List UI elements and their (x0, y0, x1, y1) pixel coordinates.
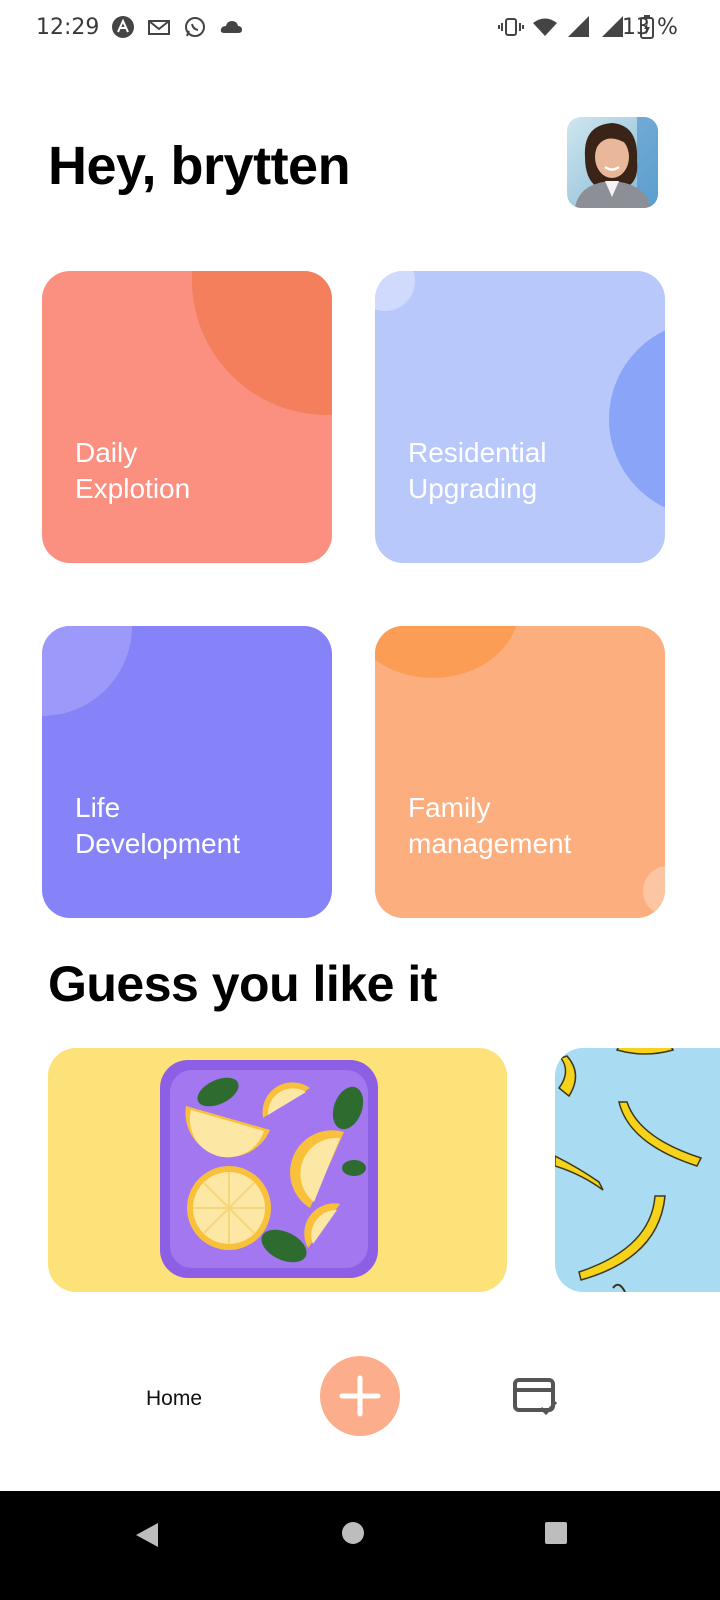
signal-icon (568, 16, 589, 37)
category-label: management (408, 828, 572, 859)
category-card-daily-explotion[interactable]: Daily Explotion (42, 271, 332, 563)
category-label: Upgrading (408, 473, 538, 504)
nav-home[interactable]: Home (146, 1387, 202, 1411)
decorative-circle (375, 271, 415, 311)
category-label: Residential (408, 437, 547, 468)
system-navigation-bar (0, 1491, 720, 1600)
recents-icon[interactable] (544, 1521, 568, 1545)
category-label: Development (75, 828, 240, 859)
decorative-circle (375, 626, 519, 678)
recommendation-card-bananas[interactable] (555, 1048, 720, 1292)
category-label: Daily (75, 437, 138, 468)
app-a-icon (112, 16, 134, 38)
add-button[interactable] (320, 1356, 400, 1436)
category-card-life-development[interactable]: Life Development (42, 626, 332, 918)
battery-percentage: 13 % (622, 15, 678, 40)
back-icon[interactable] (134, 1521, 160, 1549)
decorative-circle (643, 866, 665, 916)
category-card-family-management[interactable]: Family management (375, 626, 665, 918)
whatsapp-icon (185, 17, 205, 37)
decorative-circle (192, 271, 332, 415)
greeting-title: Hey, brytten (48, 136, 351, 196)
status-bar: 12:29 13 % (0, 0, 720, 56)
bananas-image (555, 1048, 703, 1292)
bottom-navigation: Home (0, 1340, 720, 1460)
home-circle-icon[interactable] (341, 1521, 365, 1545)
category-label: Life (75, 792, 121, 823)
category-label: Family (408, 792, 491, 823)
category-card-residential-upgrading[interactable]: Residential Upgrading (375, 271, 665, 563)
oranges-image (160, 1060, 378, 1278)
plus-icon (339, 1375, 381, 1417)
vibrate-icon (498, 18, 524, 36)
wifi-icon (533, 18, 557, 36)
section-title: Guess you like it (48, 956, 437, 1012)
card-check-icon[interactable] (513, 1378, 559, 1418)
user-avatar[interactable] (567, 117, 658, 208)
gmail-icon (148, 20, 170, 35)
decorative-circle (609, 321, 665, 517)
status-time: 12:29 (36, 15, 100, 40)
category-label: Explotion (75, 473, 191, 504)
cloud-icon (220, 21, 242, 33)
recommendation-card-oranges[interactable] (48, 1048, 507, 1292)
decorative-circle (42, 626, 132, 716)
